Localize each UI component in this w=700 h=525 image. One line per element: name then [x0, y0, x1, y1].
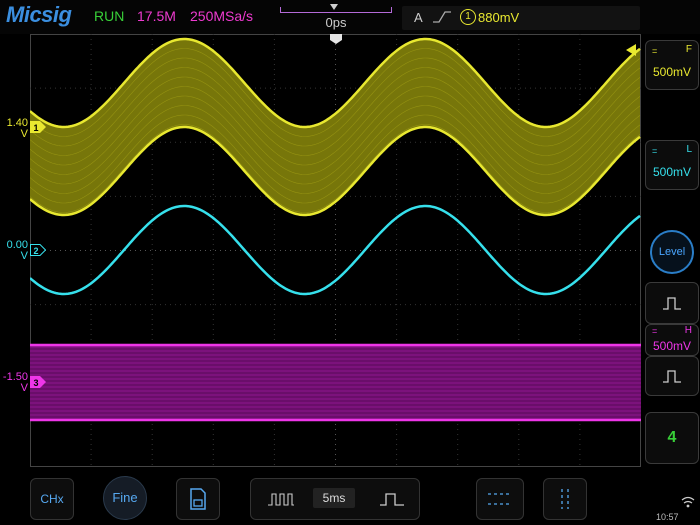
ch2-scale-button[interactable]: = L 500mV	[645, 140, 699, 190]
trigger-mode: A	[414, 10, 423, 25]
ch2-marker-icon[interactable]: 2	[30, 244, 46, 256]
position-marker-icon	[330, 4, 338, 10]
chx-button[interactable]: CHx	[30, 478, 74, 520]
trigger-arrow-icon[interactable]	[626, 44, 638, 56]
ch1-marker-icon[interactable]: 1	[30, 121, 46, 133]
timebase-decrease-icon	[268, 493, 294, 506]
ch2-coupling: =	[652, 146, 658, 156]
ch3-offset-unit: V	[20, 382, 28, 394]
top-status-bar: Micsig RUN 17.5M 250MSa/s 0ps A 1 880mV	[0, 0, 700, 34]
ch3-filter-letter: H	[684, 325, 692, 336]
memory-depth[interactable]: 17.5M	[137, 8, 176, 24]
run-state[interactable]: RUN	[94, 8, 124, 24]
ch1-marker-id: 1	[33, 123, 38, 133]
horizontal-position-indicator[interactable]: 0ps	[280, 4, 392, 32]
ch1-coupling: =	[652, 46, 658, 56]
ch3-marker-id: 3	[33, 378, 38, 388]
trigger-source-badge: 1	[460, 9, 476, 25]
ch3-marker-icon[interactable]: 3	[30, 376, 46, 388]
bottom-toolbar: CHx Fine 5ms	[0, 468, 700, 525]
cursor-horizontal-icon	[488, 493, 512, 505]
trigger-level-value: 880mV	[478, 10, 520, 25]
ch3-scale-value: 500mV	[652, 339, 692, 353]
trigger-panel[interactable]: A 1 880mV	[402, 6, 640, 30]
trigger-slope-rising-icon	[433, 11, 451, 23]
level-button[interactable]: Level	[650, 230, 694, 274]
ch3-scale-button[interactable]: = H 500mV	[645, 324, 699, 356]
waveform-canvas[interactable]	[30, 34, 641, 467]
waveform-display[interactable]	[30, 34, 641, 467]
horizontal-position-value: 0ps	[325, 15, 347, 30]
pulse-narrow-button[interactable]	[645, 282, 699, 324]
clock: 10:57	[656, 512, 679, 522]
ch3-offset-label: -1.50 V	[0, 372, 28, 394]
ch1-offset-label: 1.40 V	[2, 118, 28, 140]
trigger-position-icon	[330, 34, 342, 44]
horizontal-cursor-button[interactable]	[476, 478, 524, 520]
right-control-column: = F 500mV = L 500mV Level = H 500mV 4	[643, 34, 700, 500]
save-button[interactable]	[176, 478, 220, 520]
pulse-wide-icon	[663, 370, 681, 383]
ch2-scale-value: 500mV	[652, 165, 692, 179]
ch1-scale-button[interactable]: = F 500mV	[645, 40, 699, 90]
ch2-offset-label: 0.00 V	[2, 240, 28, 262]
pulse-narrow-icon	[663, 297, 681, 310]
page-number-button[interactable]: 4	[645, 412, 699, 464]
timebase-increase-icon	[380, 493, 404, 506]
sample-rate[interactable]: 250MSa/s	[190, 8, 253, 24]
fine-button[interactable]: Fine	[103, 476, 147, 520]
ch1-offset-unit: V	[20, 128, 28, 140]
ch2-filter-letter: L	[686, 144, 692, 155]
timebase-value: 5ms	[313, 488, 355, 508]
wifi-icon	[681, 496, 695, 508]
ch1-filter-letter: F	[685, 44, 692, 55]
ch2-marker-id: 2	[33, 246, 38, 256]
vertical-cursor-button[interactable]	[543, 478, 587, 520]
ch3-coupling: =	[652, 326, 658, 336]
brand-logo: Micsig	[6, 2, 72, 27]
cursor-vertical-icon	[561, 489, 569, 509]
save-icon	[190, 488, 206, 510]
ch2-offset-unit: V	[20, 250, 28, 262]
ch1-scale-value: 500mV	[652, 65, 692, 79]
pulse-wide-button[interactable]	[645, 356, 699, 396]
